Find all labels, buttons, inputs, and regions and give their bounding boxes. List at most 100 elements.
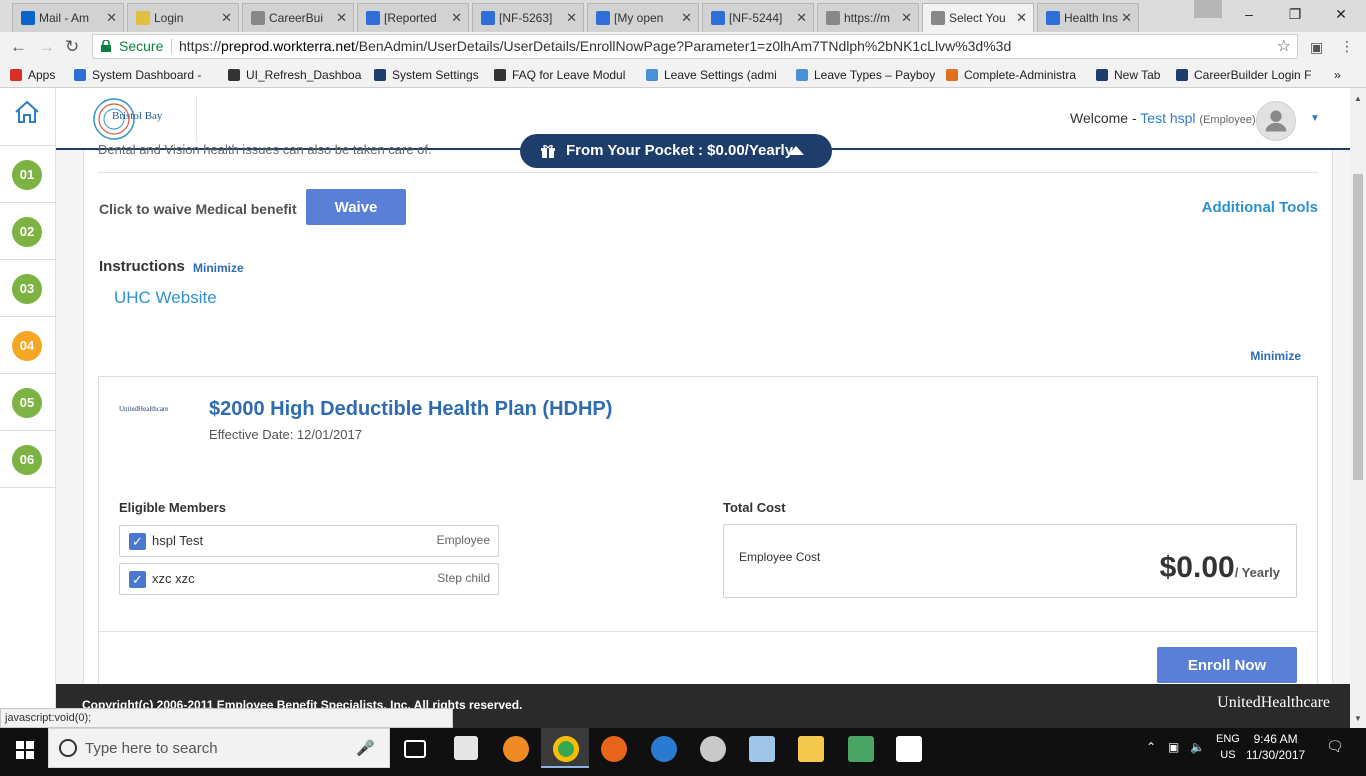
browser-tab[interactable]: [NF-5244] ✕ — [702, 3, 814, 32]
browser-tab[interactable]: Mail - Am ✕ — [12, 3, 124, 32]
avatar[interactable] — [1256, 101, 1296, 141]
waive-button[interactable]: Waive — [306, 189, 406, 225]
user-name-link[interactable]: Test hspl — [1140, 110, 1195, 126]
tab-close-icon[interactable]: ✕ — [221, 10, 232, 26]
instructions-minimize-link[interactable]: Minimize — [193, 261, 244, 275]
internet-explorer-icon[interactable] — [651, 736, 677, 762]
menu-dots-icon[interactable]: ⋮ — [1340, 38, 1354, 55]
tab-close-icon[interactable]: ✕ — [106, 10, 117, 26]
browser-tab[interactable]: [My open ✕ — [587, 3, 699, 32]
home-icon[interactable] — [14, 100, 40, 124]
paint-icon[interactable] — [700, 736, 726, 762]
browser-profile-button[interactable] — [1194, 0, 1222, 18]
firefox-icon[interactable] — [601, 736, 627, 762]
plan-minimize-link[interactable]: Minimize — [1250, 349, 1301, 363]
lock-icon — [101, 40, 111, 52]
bookmark-item[interactable]: FAQ for Leave Modul — [494, 68, 625, 82]
effective-date: Effective Date: 12/01/2017 — [209, 427, 362, 442]
page-scrollbar[interactable]: ▲ ▼ — [1350, 88, 1366, 728]
member-checkbox[interactable]: ✓ — [129, 571, 146, 588]
photos-icon[interactable] — [896, 736, 922, 762]
bookmark-favicon-icon — [10, 69, 22, 81]
app-flame-icon[interactable] — [503, 736, 529, 762]
minimize-window-icon[interactable]: – — [1226, 0, 1272, 28]
bookmark-item[interactable]: Complete-Administra — [946, 68, 1076, 82]
step-item[interactable]: 05 — [0, 373, 56, 430]
bookmark-label: System Settings — [392, 68, 479, 82]
bookmark-favicon-icon — [1096, 69, 1108, 81]
tab-close-icon[interactable]: ✕ — [796, 10, 807, 26]
tab-close-icon[interactable]: ✕ — [901, 10, 912, 26]
microphone-icon[interactable]: 🎤 — [356, 739, 375, 757]
close-window-icon[interactable]: ✕ — [1318, 0, 1364, 28]
bookmark-item[interactable]: System Settings — [374, 68, 479, 82]
additional-tools-link[interactable]: Additional Tools — [1202, 199, 1318, 216]
bookmark-item[interactable]: Apps — [10, 68, 55, 82]
browser-tab[interactable]: Health Ins ✕ — [1037, 3, 1139, 32]
tab-close-icon[interactable]: ✕ — [336, 10, 347, 26]
step-item[interactable]: 02 — [0, 202, 56, 259]
browser-tab[interactable]: Select You ✕ — [922, 3, 1034, 32]
language-indicator[interactable]: ENG US — [1216, 731, 1240, 763]
chrome-icon[interactable] — [553, 736, 579, 762]
file-explorer-icon[interactable] — [798, 736, 824, 762]
volume-icon[interactable]: 🔈 — [1190, 740, 1205, 754]
bookmark-item[interactable]: Leave Types – Payboy — [796, 68, 935, 82]
chevron-up-icon[interactable] — [788, 146, 804, 155]
step-item[interactable]: 04 — [0, 316, 56, 373]
back-arrow-icon[interactable]: ← — [10, 37, 27, 57]
employee-cost-label: Employee Cost — [739, 550, 821, 564]
calculator-icon[interactable] — [848, 736, 874, 762]
task-view-icon[interactable] — [404, 740, 426, 758]
page-viewport: 01 02 03 04 05 06 Bristol Bay Welcome - Test … — [0, 88, 1350, 728]
bookmark-item[interactable]: CareerBuilder Login F — [1176, 68, 1311, 82]
plan-panel: UnitedHealthcare $2000 High Deductible H… — [98, 376, 1318, 728]
browser-tab[interactable]: [Reported ✕ — [357, 3, 469, 32]
browser-tab[interactable]: [NF-5263] ✕ — [472, 3, 584, 32]
bookmark-item[interactable]: Leave Settings (admi — [646, 68, 777, 82]
member-relation: Employee — [436, 533, 490, 547]
user-menu-chevron-down-icon[interactable]: ▼ — [1310, 113, 1320, 124]
scroll-up-arrow-icon[interactable]: ▲ — [1354, 94, 1362, 103]
scroll-down-arrow-icon[interactable]: ▼ — [1354, 714, 1362, 723]
browser-tab[interactable]: https://m ✕ — [817, 3, 919, 32]
enroll-now-button[interactable]: Enroll Now — [1157, 647, 1297, 683]
notifications-icon[interactable]: 🗨 — [1326, 738, 1344, 755]
step-item[interactable]: 01 — [0, 145, 56, 202]
address-bar[interactable]: Secure https://preprod.workterra.net/Ben… — [92, 34, 1298, 59]
more-bookmarks-icon[interactable]: » — [1334, 68, 1341, 82]
tab-close-icon[interactable]: ✕ — [566, 10, 577, 26]
tray-chevron-up-icon[interactable]: ⌃ — [1146, 740, 1156, 754]
bookmark-favicon-icon — [1176, 69, 1188, 81]
uhc-website-link[interactable]: UHC Website — [114, 288, 217, 308]
browser-tab[interactable]: Login ✕ — [127, 3, 239, 32]
bookmark-label: Complete-Administra — [964, 68, 1077, 82]
bookmark-item[interactable]: New Tab — [1096, 68, 1160, 82]
bookmark-favicon-icon — [374, 69, 386, 81]
bookmark-item[interactable]: System Dashboard - — [74, 68, 201, 82]
taskbar-search[interactable]: Type here to search 🎤 — [48, 728, 390, 768]
restore-window-icon[interactable]: ❐ — [1272, 0, 1318, 28]
tab-close-icon[interactable]: ✕ — [451, 10, 462, 26]
forward-arrow-icon[interactable]: → — [38, 37, 55, 57]
network-icon[interactable]: ▣ — [1168, 740, 1179, 754]
tab-close-icon[interactable]: ✕ — [1016, 10, 1027, 26]
reload-icon[interactable]: ↻ — [65, 37, 79, 57]
from-your-pocket-banner[interactable]: From Your Pocket : $0.00/Yearly — [520, 134, 832, 168]
welcome-prefix: Welcome - — [1070, 110, 1141, 126]
member-checkbox[interactable]: ✓ — [129, 533, 146, 550]
windows-start-icon[interactable] — [16, 741, 34, 759]
tab-close-icon[interactable]: ✕ — [1121, 10, 1132, 26]
step-item[interactable]: 03 — [0, 259, 56, 316]
store-icon[interactable] — [454, 736, 478, 760]
extension-icon[interactable]: ▣ — [1310, 39, 1323, 56]
bookmark-star-icon[interactable]: ☆ — [1277, 35, 1291, 58]
tab-favicon-icon — [136, 11, 150, 25]
browser-tab[interactable]: CareerBui ✕ — [242, 3, 354, 32]
bookmark-item[interactable]: UI_Refresh_Dashboar — [228, 68, 362, 82]
tab-close-icon[interactable]: ✕ — [681, 10, 692, 26]
system-clock[interactable]: 9:46 AM 11/30/2017 — [1246, 731, 1305, 763]
notes-icon[interactable] — [749, 736, 775, 762]
step-item[interactable]: 06 — [0, 430, 56, 487]
scroll-thumb[interactable] — [1353, 174, 1363, 480]
